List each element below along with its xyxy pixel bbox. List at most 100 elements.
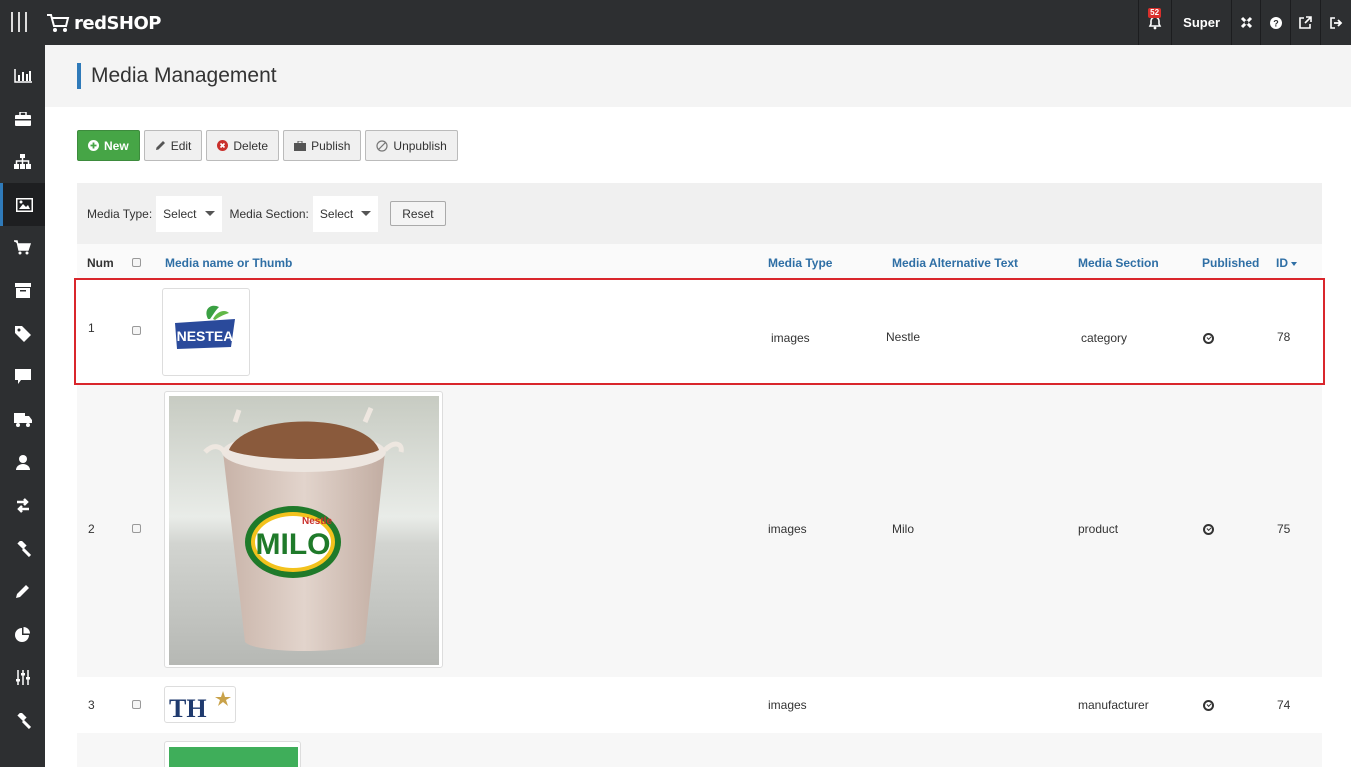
row-checkbox[interactable] (132, 700, 141, 709)
sidebar-item-categories[interactable] (0, 140, 45, 183)
row-num: 3 (88, 698, 95, 712)
th-logo-image: TH (169, 691, 231, 723)
publish-button-label: Publish (311, 138, 351, 153)
chevron-down-icon (204, 211, 215, 216)
new-button[interactable]: New (77, 130, 140, 161)
published-check-icon[interactable] (1203, 700, 1214, 711)
bar-chart-icon (13, 68, 32, 83)
sidebar-item-shipping[interactable] (0, 398, 45, 441)
media-thumbnail[interactable] (164, 741, 301, 767)
briefcase-icon (14, 111, 31, 126)
row-type: images (768, 522, 807, 536)
gavel-icon (16, 540, 31, 557)
sidebar-item-tools[interactable] (0, 527, 45, 570)
edit-button-label: Edit (170, 138, 192, 153)
row-num: 2 (88, 522, 95, 536)
logout-button[interactable] (1320, 0, 1351, 45)
sidebar-item-templates[interactable] (0, 570, 45, 613)
ban-icon (376, 139, 389, 152)
external-link-icon (1299, 16, 1312, 29)
chevron-down-icon (361, 211, 372, 216)
sidebar-item-configuration[interactable] (0, 656, 45, 699)
tag-icon (14, 325, 31, 342)
pencil-icon (155, 141, 165, 150)
external-link-button[interactable] (1290, 0, 1320, 45)
sidebar-item-products[interactable] (0, 269, 45, 312)
sidebar-item-comments[interactable] (0, 355, 45, 398)
joomla-icon (1240, 16, 1252, 29)
col-id-label: ID (1276, 256, 1288, 270)
help-button[interactable]: ? (1260, 0, 1290, 45)
delete-circle-icon (217, 140, 229, 151)
page-header: Media Management (45, 45, 1351, 107)
selected-row-highlight (74, 278, 1325, 385)
notification-count-badge: 52 (1148, 8, 1162, 18)
sidebar-item-discounts[interactable] (0, 312, 45, 355)
briefcase-icon (294, 140, 307, 151)
sidebar-item-tools-2[interactable] (0, 699, 45, 742)
svg-text:TH: TH (169, 694, 207, 722)
menu-toggle-icon[interactable] (11, 12, 27, 32)
sidebar-item-import-export[interactable] (0, 484, 45, 527)
joomla-button[interactable] (1231, 0, 1260, 45)
milo-drink-image: MILO Nestle (169, 396, 439, 665)
row-checkbox[interactable] (132, 524, 141, 533)
media-thumbnail[interactable]: MILO Nestle (164, 391, 443, 668)
col-id[interactable]: ID (1276, 256, 1298, 270)
top-bar: redSHOP 52 Super ? (0, 0, 1351, 45)
col-type[interactable]: Media Type (768, 256, 832, 270)
cart-icon (47, 14, 70, 32)
sliders-icon (15, 670, 30, 685)
user-name: Super (1183, 15, 1220, 30)
sidebar-item-statistics[interactable] (0, 54, 45, 97)
col-section[interactable]: Media Section (1078, 256, 1159, 270)
new-button-label: New (104, 138, 129, 153)
publish-button[interactable]: Publish (283, 130, 362, 161)
sidebar-item-reports[interactable] (0, 613, 45, 656)
col-num: Num (87, 256, 114, 270)
media-type-label: Media Type: (87, 206, 153, 221)
reset-button[interactable]: Reset (390, 201, 446, 226)
select-all-checkbox[interactable] (132, 258, 141, 267)
sidebar-item-users[interactable] (0, 441, 45, 484)
archive-icon (14, 283, 31, 298)
table-row: 3 TH images manufacturer 74 (77, 677, 1322, 733)
pie-chart-icon (15, 627, 30, 642)
row-section: manufacturer (1078, 698, 1149, 712)
media-thumbnail[interactable]: TH (164, 686, 236, 723)
col-name[interactable]: Media name or Thumb (165, 256, 292, 270)
brand-logo[interactable]: redSHOP (46, 10, 162, 36)
edit-button[interactable]: Edit (143, 130, 203, 161)
notifications-button[interactable]: 52 (1138, 0, 1171, 45)
truck-icon (13, 412, 32, 427)
exchange-icon (16, 498, 29, 513)
row-type: images (768, 698, 807, 712)
table-row (77, 733, 1322, 767)
sidebar (0, 45, 45, 767)
delete-button-label: Delete (233, 138, 269, 153)
help-icon: ? (1269, 16, 1282, 29)
row-id: 74 (1277, 698, 1291, 712)
cart-icon (14, 240, 31, 255)
sidebar-item-shop[interactable] (0, 97, 45, 140)
sidebar-item-media[interactable] (0, 183, 45, 226)
user-menu[interactable]: Super (1171, 0, 1231, 45)
media-section-select[interactable]: Select (312, 195, 379, 232)
unpublish-button[interactable]: Unpublish (365, 130, 458, 161)
svg-text:MILO: MILO (256, 528, 331, 561)
logout-icon (1329, 16, 1342, 29)
sitemap-icon (14, 154, 31, 169)
svg-text:?: ? (1273, 18, 1279, 28)
media-type-select[interactable]: Select (156, 195, 222, 232)
published-check-icon[interactable] (1203, 524, 1214, 535)
col-alt[interactable]: Media Alternative Text (892, 256, 1018, 270)
brand-name: redSHOP (74, 12, 162, 34)
svg-text:Nestle: Nestle (302, 516, 332, 527)
col-published[interactable]: Published (1202, 256, 1259, 270)
table-header: Num Media name or Thumb Media Type Media… (77, 244, 1322, 280)
delete-button[interactable]: Delete (206, 130, 280, 161)
sidebar-item-orders[interactable] (0, 226, 45, 269)
unpublish-button-label: Unpublish (393, 138, 447, 153)
title-accent-bar (77, 63, 81, 89)
page-title: Media Management (91, 64, 277, 87)
